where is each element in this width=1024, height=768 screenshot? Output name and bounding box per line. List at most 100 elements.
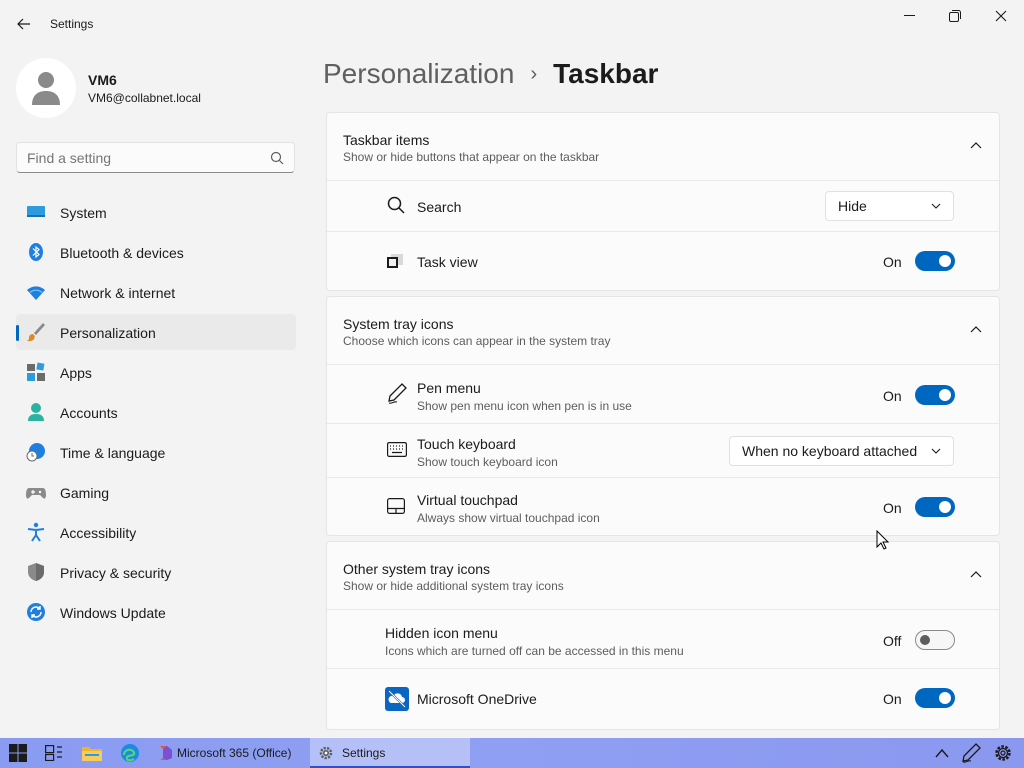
search-icon (387, 196, 405, 214)
sidebar-item-label: Apps (60, 365, 92, 381)
touch-keyboard-dropdown[interactable]: When no keyboard attached (729, 436, 954, 466)
group-other-tray: Other system tray icons Show or hide add… (326, 541, 1000, 730)
accessibility-icon (27, 522, 45, 542)
sidebar-item-label: Accessibility (60, 525, 137, 541)
group-title: System tray icons (343, 316, 454, 332)
pen-icon[interactable] (961, 743, 981, 763)
file-explorer-icon[interactable] (82, 745, 102, 761)
chevron-up-icon[interactable] (935, 748, 949, 758)
keyboard-icon (387, 442, 407, 457)
sidebar-item-apps[interactable]: Apps (16, 354, 296, 390)
taskbar-app-settings[interactable]: Settings (310, 738, 470, 768)
task-view-icon (387, 254, 403, 268)
restore-icon (949, 10, 961, 22)
minimize-icon (904, 15, 915, 16)
group-header[interactable]: Other system tray icons Show or hide add… (327, 542, 999, 610)
search-icon (270, 151, 284, 165)
sidebar-item-label: Time & language (60, 445, 166, 461)
sidebar-item-bluetooth[interactable]: Bluetooth & devices (16, 234, 296, 270)
virtual-touchpad-toggle[interactable] (915, 497, 955, 517)
setting-row-task-view: Task view On (327, 232, 999, 290)
sidebar-item-network[interactable]: Network & internet (16, 274, 296, 310)
shield-icon (28, 563, 44, 581)
sidebar-item-label: Personalization (60, 325, 156, 341)
setting-description: Show pen menu icon when pen is in use (417, 399, 632, 413)
setting-description: Always show virtual touchpad icon (417, 511, 600, 525)
sidebar-item-accounts[interactable]: Accounts (16, 394, 296, 430)
setting-label: Touch keyboard (417, 436, 516, 452)
globe-clock-icon (26, 443, 45, 462)
onedrive-toggle[interactable] (915, 688, 955, 708)
toggle-state-label: On (883, 500, 902, 516)
pen-menu-toggle[interactable] (915, 385, 955, 405)
sidebar-item-windows-update[interactable]: Windows Update (16, 594, 296, 630)
taskbar-app-microsoft-365[interactable]: Microsoft 365 (Office) (153, 738, 306, 768)
setting-label: Hidden icon menu (385, 625, 498, 641)
setting-label: Pen menu (417, 380, 481, 396)
breadcrumb: Personalization › Taskbar (323, 58, 658, 90)
chevron-up-icon[interactable] (970, 570, 982, 578)
group-subtitle: Choose which icons can appear in the sys… (343, 334, 611, 348)
dropdown-value: Hide (838, 198, 867, 214)
chevron-up-icon[interactable] (970, 141, 982, 149)
task-view-toggle[interactable] (915, 251, 955, 271)
hidden-icon-menu-toggle[interactable] (915, 630, 955, 650)
app-title: Settings (50, 17, 94, 31)
setting-row-touch-keyboard: Touch keyboard Show touch keyboard icon … (327, 424, 999, 478)
group-title: Other system tray icons (343, 561, 491, 577)
back-arrow-icon (17, 18, 30, 30)
dropdown-value: When no keyboard attached (742, 443, 918, 459)
office-icon (160, 746, 172, 760)
gear-icon[interactable] (993, 743, 1013, 763)
group-system-tray: System tray icons Choose which icons can… (326, 296, 1000, 536)
person-icon (28, 403, 44, 421)
onedrive-icon (385, 687, 409, 711)
sidebar-item-gaming[interactable]: Gaming (16, 474, 296, 510)
search-box[interactable] (16, 142, 295, 173)
group-subtitle: Show or hide buttons that appear on the … (343, 150, 600, 164)
group-header[interactable]: Taskbar items Show or hide buttons that … (327, 113, 999, 181)
search-input[interactable] (27, 150, 257, 166)
setting-row-onedrive: Microsoft OneDrive On (327, 669, 999, 729)
sidebar-item-time-language[interactable]: Time & language (16, 434, 296, 470)
toggle-state-label: On (883, 388, 902, 404)
search-dropdown[interactable]: Hide (825, 191, 954, 221)
sidebar-item-label: System (60, 205, 107, 221)
toggle-state-label: On (883, 691, 902, 707)
sidebar-item-privacy[interactable]: Privacy & security (16, 554, 296, 590)
close-icon (995, 10, 1007, 22)
chevron-up-icon[interactable] (970, 325, 982, 333)
breadcrumb-parent[interactable]: Personalization (323, 58, 514, 90)
settings-content: Taskbar items Show or hide buttons that … (326, 112, 1000, 738)
windows-start-icon[interactable] (9, 744, 27, 762)
restore-button[interactable] (932, 0, 978, 32)
sidebar-item-personalization[interactable]: Personalization (16, 314, 296, 350)
back-button[interactable] (10, 12, 38, 36)
sidebar-item-label: Privacy & security (60, 565, 172, 581)
group-subtitle: Show or hide additional system tray icon… (343, 579, 564, 593)
chevron-right-icon: › (530, 62, 538, 85)
person-icon (32, 72, 60, 105)
sidebar-item-label: Gaming (60, 485, 110, 501)
toggle-state-label: Off (883, 633, 902, 649)
task-view-icon[interactable] (45, 745, 63, 761)
setting-row-search: Search Hide (327, 181, 999, 232)
close-button[interactable] (978, 0, 1024, 32)
sidebar-nav: System Bluetooth & devices Network & int… (16, 194, 296, 634)
sidebar-item-label: Windows Update (60, 605, 166, 621)
paintbrush-icon (27, 323, 45, 342)
minimize-button[interactable] (887, 0, 933, 32)
sidebar-item-accessibility[interactable]: Accessibility (16, 514, 296, 550)
group-header[interactable]: System tray icons Choose which icons can… (327, 297, 999, 365)
edge-browser-icon[interactable] (120, 743, 140, 763)
chevron-down-icon (931, 448, 941, 454)
chevron-down-icon (931, 203, 941, 209)
gamepad-icon (26, 488, 46, 499)
wifi-icon (27, 286, 45, 300)
setting-row-hidden-icon-menu: Hidden icon menu Icons which are turned … (327, 610, 999, 669)
touchpad-icon (387, 498, 405, 514)
pen-icon (388, 383, 407, 404)
sidebar-item-system[interactable]: System (16, 194, 296, 230)
avatar[interactable] (16, 58, 76, 118)
setting-label: Microsoft OneDrive (417, 691, 537, 707)
